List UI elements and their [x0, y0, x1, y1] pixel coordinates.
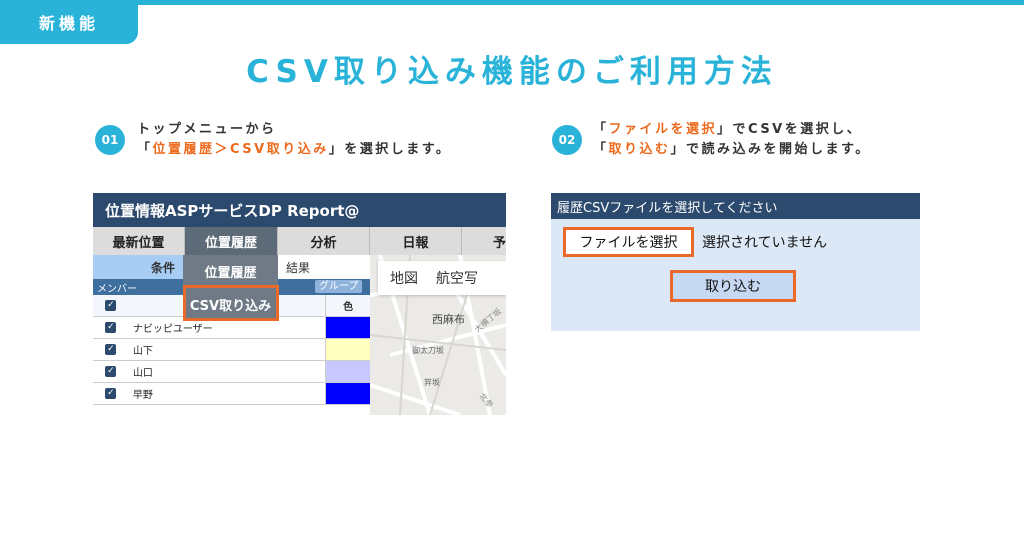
app-title-bar: 位置情報ASPサービスDP Report@	[93, 193, 506, 227]
step-1-highlight: 位置履歴＞CSV取り込み	[152, 142, 329, 157]
member-checkbox[interactable]: ✓	[105, 388, 117, 399]
color-swatch[interactable]	[325, 361, 371, 382]
members-label: メンバー	[97, 284, 137, 295]
member-checkbox[interactable]: ✓	[105, 366, 117, 377]
step-2-highlight-file: ファイルを選択	[608, 122, 718, 137]
step-1-line2: 「位置履歴＞CSV取り込み」を選択します。	[137, 142, 452, 157]
new-feature-badge: 新機能	[0, 0, 138, 44]
app-screenshot-upload: 履歴CSVファイルを選択してください ファイルを選択 選択されていません 取り込…	[551, 193, 920, 331]
color-swatch[interactable]	[325, 339, 371, 360]
select-all-checkbox[interactable]: ✓	[105, 300, 117, 311]
tab-result[interactable]: 結果	[278, 255, 370, 279]
nav-analysis[interactable]: 分析	[278, 227, 370, 255]
map-type-control: 地図 航空写	[378, 261, 506, 295]
group-button[interactable]: グループ	[315, 280, 363, 293]
map-tab-map[interactable]: 地図	[378, 268, 430, 288]
map-tab-aerial[interactable]: 航空写	[430, 268, 484, 288]
upload-header: 履歴CSVファイルを選択してください	[551, 193, 920, 219]
step-1-line1: トップメニューから	[137, 122, 277, 137]
step-2-instructions: 「ファイルを選択」でCSVを選択し、 「取り込む」で読み込みを開始します。	[593, 120, 871, 160]
table-row[interactable]: ✓ 山口	[93, 361, 371, 383]
tab-condition[interactable]: 条件	[93, 255, 185, 279]
file-status-text: 選択されていません	[702, 235, 828, 251]
step-2-highlight-import: 取り込む	[608, 142, 671, 157]
member-checkbox[interactable]: ✓	[105, 322, 117, 333]
choose-file-button[interactable]: ファイルを選択	[563, 227, 694, 257]
color-swatch[interactable]	[325, 317, 371, 338]
app-screenshot-menu: 位置情報ASPサービスDP Report@ 最新位置 位置履歴 分析 日報 予 …	[93, 193, 506, 415]
menu-item-position-history[interactable]: 位置履歴	[183, 255, 278, 288]
top-accent-bar	[0, 0, 1024, 5]
step-number-badge: 01	[95, 125, 125, 155]
main-nav: 最新位置 位置履歴 分析 日報 予	[93, 227, 506, 255]
step-1-instructions: トップメニューから 「位置履歴＞CSV取り込み」を選択します。	[137, 120, 451, 160]
step-number-badge: 02	[552, 125, 582, 155]
page-title: CSV取り込み機能のご利用方法	[246, 54, 778, 90]
nav-latest-position[interactable]: 最新位置	[93, 227, 185, 255]
nav-daily-report[interactable]: 日報	[370, 227, 462, 255]
nav-position-history[interactable]: 位置履歴	[185, 227, 278, 255]
import-button[interactable]: 取り込む	[670, 270, 796, 302]
map-label: 笄坂	[424, 378, 440, 387]
highlight-frame	[183, 285, 279, 321]
map-label: 西麻布	[432, 313, 465, 326]
table-row[interactable]: ✓ 早野	[93, 383, 371, 405]
map-view[interactable]: 地図 航空写 西麻布 大横丁坂 御太刀坂 笄坂 北参	[370, 255, 506, 415]
member-table: ✓ ナビッピユーザー ✓ 山下 ✓ 山口 ✓ 早野	[93, 317, 371, 405]
table-row[interactable]: ✓ 山下	[93, 339, 371, 361]
nav-more[interactable]: 予	[462, 227, 506, 255]
map-label: 御太刀坂	[412, 346, 444, 355]
step-2-line2: 「取り込む」で読み込みを開始します。	[593, 142, 871, 157]
color-swatch[interactable]	[325, 383, 371, 404]
column-color: 色	[325, 295, 370, 316]
step-2-line1: 「ファイルを選択」でCSVを選択し、	[593, 122, 863, 137]
member-checkbox[interactable]: ✓	[105, 344, 117, 355]
